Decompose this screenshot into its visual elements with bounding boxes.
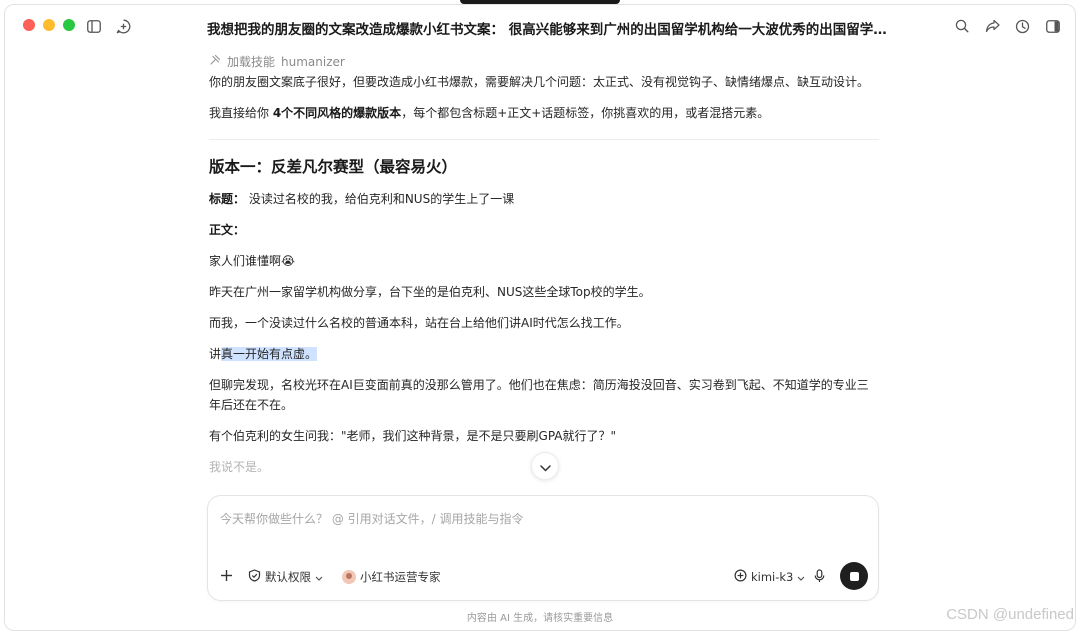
chevron-down-icon xyxy=(539,457,551,476)
close-window-button[interactable] xyxy=(23,19,35,31)
scroll-to-bottom-button[interactable] xyxy=(531,452,559,480)
ai-disclaimer: 内容由 AI 生成，请核实重要信息 xyxy=(466,613,614,624)
minimize-window-button[interactable] xyxy=(43,19,55,31)
body-label: 正文： xyxy=(209,223,246,237)
section-divider xyxy=(209,139,879,140)
app-window: 我想把我的朋友圈的文案改造成爆款小红书文案： 很高兴能够来到广州的出国留学机构给… xyxy=(4,4,1076,631)
composer-input[interactable]: 今天帮你做些什么？ @ 引用对话文件，/ 调用技能与指令 xyxy=(220,510,524,527)
composer-toolbar: 默认权限 小红书运营专家 kimi-k3 xyxy=(208,554,878,600)
attach-button[interactable] xyxy=(220,566,233,588)
title-line: 标题： 没读过名校的我，给伯克利和NUS的学生上了一课 xyxy=(209,189,879,209)
stop-icon xyxy=(849,571,859,581)
model-icon xyxy=(734,569,747,585)
agent-selector[interactable]: 小红书运营专家 xyxy=(342,566,441,588)
skill-prefix: 加载技能 xyxy=(227,55,276,69)
conversation-title: 我想把我的朋友圈的文案改造成爆款小红书文案： 很高兴能够来到广州的出国留学机构给… xyxy=(207,22,887,38)
body-line-selected: 讲真一开始有点虚。 xyxy=(209,344,879,364)
search-icon[interactable] xyxy=(953,17,971,35)
title-label: 标题： xyxy=(209,192,246,206)
mic-icon xyxy=(814,568,825,586)
model-selector[interactable]: kimi-k3 xyxy=(734,566,805,588)
body-label-line: 正文： xyxy=(209,220,879,240)
model-label: kimi-k3 xyxy=(751,570,794,584)
skill-name: humanizer xyxy=(281,55,345,69)
sidebar-icon[interactable] xyxy=(85,17,103,35)
body-line: 家人们谁懂啊😭 xyxy=(209,254,296,268)
title-text: 没读过名校的我，给伯克利和NUS的学生上了一课 xyxy=(245,192,515,206)
chevron-down-icon xyxy=(797,570,805,584)
skill-icon xyxy=(209,52,221,72)
watermark: CSDN @undefined xyxy=(946,606,1074,623)
intro-paragraph: 你的朋友圈文案底子很好，但要改造成小红书爆款，需要解决几个问题：太正式、没有视觉… xyxy=(209,75,870,89)
body-line: 昨天在广州一家留学机构做分享，台下坐的是伯克利、NUS这些全球Top校的学生。 xyxy=(209,285,651,299)
conversation-content: 加载技能 humanizer 你的朋友圈文案底子很好，但要改造成小红书爆款，需要… xyxy=(209,49,879,489)
maximize-window-button[interactable] xyxy=(63,19,75,31)
permission-label: 默认权限 xyxy=(265,570,311,584)
version-heading: 版本一：反差凡尔赛型（最容易火） xyxy=(209,158,458,176)
body-line-text: 讲 xyxy=(209,347,222,361)
agent-avatar xyxy=(342,570,356,584)
window-controls xyxy=(23,19,75,31)
intro-summary-prefix: 我直接给你 xyxy=(209,106,273,120)
new-chat-icon[interactable] xyxy=(114,17,132,35)
plus-icon xyxy=(220,569,233,585)
mic-button[interactable] xyxy=(814,566,825,588)
stop-generation-button[interactable] xyxy=(840,562,868,590)
shield-icon xyxy=(248,569,261,585)
body-line: 但聊完发现，名校光环在AI巨变面前真的没那么管用了。他们也在焦虑：简历海投没回音… xyxy=(209,378,869,412)
message-composer[interactable]: 今天帮你做些什么？ @ 引用对话文件，/ 调用技能与指令 默认权限 小红书运营专… xyxy=(207,495,879,601)
intro-summary-suffix: ，每个都包含标题+正文+话题标签，你挑喜欢的用，或者混搭元素。 xyxy=(401,106,770,120)
selected-text[interactable]: 真一开始有点虚。 xyxy=(221,347,318,361)
permission-dropdown[interactable]: 默认权限 xyxy=(248,566,323,588)
titlebar: 我想把我的朋友圈的文案改造成爆款小红书文案： 很高兴能够来到广州的出国留学机构给… xyxy=(5,5,1075,49)
body-line: 而我，一个没读过什么名校的普通本科，站在台上给他们讲AI时代怎么找工作。 xyxy=(209,316,629,330)
share-icon[interactable] xyxy=(983,17,1001,35)
intro-summary-paragraph: 我直接给你 4个不同风格的爆款版本，每个都包含标题+正文+话题标签，你挑喜欢的用… xyxy=(209,103,879,123)
intro-summary-bold: 4个不同风格的爆款版本 xyxy=(272,106,402,120)
chevron-down-icon xyxy=(315,570,323,584)
agent-label: 小红书运营专家 xyxy=(360,570,441,584)
skill-loaded-indicator[interactable]: 加载技能 humanizer xyxy=(209,52,879,72)
history-icon[interactable] xyxy=(1013,17,1031,35)
body-line: 有个伯克利的女生问我："老师，我们这种背景，是不是只要刷GPA就行了？" xyxy=(209,429,617,443)
panel-icon[interactable] xyxy=(1044,17,1062,35)
